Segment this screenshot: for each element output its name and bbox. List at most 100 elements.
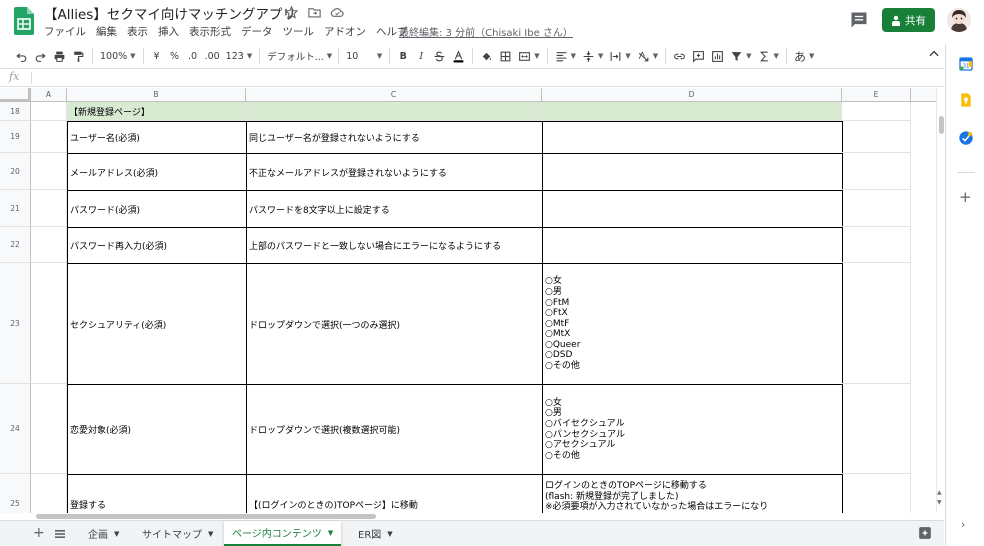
functions-button[interactable]: ▼: [755, 46, 782, 66]
row-header[interactable]: 25: [0, 474, 31, 513]
bold-button[interactable]: B: [394, 46, 412, 66]
format-percent-button[interactable]: %: [166, 46, 184, 66]
get-addons-plus-icon[interactable]: +: [959, 188, 972, 206]
row-header[interactable]: 23: [0, 263, 31, 384]
italic-button[interactable]: I: [412, 46, 430, 66]
cell-d20[interactable]: [542, 153, 843, 191]
fill-color-button[interactable]: [477, 46, 496, 66]
cell-b23[interactable]: セクシュアリティ(必須): [67, 263, 247, 385]
scroll-down-arrow-icon[interactable]: ▼: [937, 499, 942, 506]
cell-c23[interactable]: ドロップダウンで選択(一つのみ選択): [246, 263, 543, 385]
cell-d22[interactable]: [542, 227, 843, 264]
vertical-scroll-thumb[interactable]: [939, 116, 944, 134]
cell-b21[interactable]: パスワード(必須): [67, 190, 247, 228]
star-icon[interactable]: [284, 5, 299, 20]
merge-cells-button[interactable]: ▼: [515, 46, 542, 66]
sheet-tab-page-contents[interactable]: ページ内コンテンツ ▼: [224, 521, 342, 546]
menu-format[interactable]: 表示形式: [189, 24, 231, 39]
vertical-scrollbar[interactable]: [936, 88, 945, 513]
chevron-down-icon[interactable]: ▼: [387, 530, 392, 538]
cell-a22[interactable]: [31, 227, 67, 263]
horizontal-scroll-thumb[interactable]: [36, 514, 376, 519]
input-tools-button[interactable]: あ ▼: [791, 46, 817, 66]
document-title[interactable]: 【Allies】セクマイ向けマッチングアプリ: [44, 3, 296, 23]
row-header[interactable]: 19: [0, 121, 31, 153]
cell-c22[interactable]: 上部のパスワードと一致しない場合にエラーになるようにする: [246, 227, 543, 264]
cell-a19[interactable]: [31, 121, 67, 153]
increase-decimal-button[interactable]: .00: [202, 46, 223, 66]
cell-c24[interactable]: ドロップダウンで選択(複数選択可能): [246, 384, 543, 475]
text-color-button[interactable]: [449, 46, 468, 66]
horizontal-scrollbar[interactable]: [0, 513, 936, 520]
strikethrough-button[interactable]: [430, 46, 449, 66]
sheet-tab-planning[interactable]: 企画 ▼: [80, 521, 127, 546]
cell-a24[interactable]: [31, 384, 67, 474]
menu-view[interactable]: 表示: [127, 24, 148, 39]
filter-button[interactable]: ▼: [727, 46, 754, 66]
sheet-tab-er-diagram[interactable]: ER図 ▼: [350, 521, 401, 546]
cell-c19[interactable]: 同じユーザー名が登録されないようにする: [246, 121, 543, 154]
cell-b19[interactable]: ユーザー名(必須): [67, 121, 247, 154]
borders-button[interactable]: [496, 46, 515, 66]
cell-b22[interactable]: パスワード再入力(必須): [67, 227, 247, 264]
cell-a21[interactable]: [31, 190, 67, 227]
sheets-logo-icon[interactable]: [14, 7, 34, 35]
cell-b20[interactable]: メールアドレス(必須): [67, 153, 247, 191]
cloud-saved-icon[interactable]: [330, 5, 345, 20]
redo-button[interactable]: [31, 46, 50, 66]
sheet-tab-sitemap[interactable]: サイトマップ ▼: [134, 521, 221, 546]
decrease-decimal-button[interactable]: .0: [184, 46, 202, 66]
cell-d25[interactable]: ログインのときのTOPページに移動する (flash: 新規登録が完了しました)…: [542, 474, 843, 513]
font-family-select[interactable]: デフォルト... ▼: [264, 46, 334, 66]
cell-e21[interactable]: [842, 190, 911, 227]
user-avatar[interactable]: [947, 8, 971, 32]
cell-d23[interactable]: ○女 ○男 ○FtM ○FtX ○MtF ○MtX ○Queer ○DSD ○そ…: [542, 263, 843, 385]
add-sheet-icon[interactable]: +: [33, 525, 45, 541]
cell-e25[interactable]: [842, 474, 911, 513]
cell-d18[interactable]: [542, 102, 842, 121]
cell-a20[interactable]: [31, 153, 67, 190]
move-folder-icon[interactable]: [307, 5, 322, 20]
row-header[interactable]: 18: [0, 102, 31, 121]
row-header[interactable]: 24: [0, 384, 31, 474]
cell-e19[interactable]: [842, 121, 911, 153]
insert-comment-button[interactable]: [689, 46, 708, 66]
zoom-select[interactable]: 100% ▼: [97, 46, 139, 66]
chevron-down-icon[interactable]: ▼: [114, 530, 119, 538]
undo-button[interactable]: [12, 46, 31, 66]
scroll-up-arrow-icon[interactable]: ▲: [937, 489, 942, 496]
cell-d19[interactable]: [542, 121, 843, 154]
insert-link-button[interactable]: [670, 46, 689, 66]
menu-tools[interactable]: ツール: [283, 24, 315, 39]
chevron-down-icon[interactable]: ▼: [208, 530, 213, 538]
column-header-e[interactable]: E: [842, 88, 911, 102]
text-wrap-button[interactable]: ▼: [606, 46, 633, 66]
number-format-select[interactable]: 123 ▼: [223, 46, 256, 66]
column-header-a[interactable]: A: [31, 88, 67, 102]
cell-c25[interactable]: 【(ログインのときの)TOPページ】に移動: [246, 474, 543, 513]
cell-c18[interactable]: [246, 102, 542, 121]
cell-d21[interactable]: [542, 190, 843, 228]
menu-data[interactable]: データ: [241, 24, 273, 39]
cell-c20[interactable]: 不正なメールアドレスが登録されないようにする: [246, 153, 543, 191]
select-all-corner[interactable]: [0, 88, 31, 102]
cell-e22[interactable]: [842, 227, 911, 263]
row-header[interactable]: 22: [0, 227, 31, 263]
cell-e18[interactable]: [842, 102, 911, 121]
menu-edit[interactable]: 編集: [96, 24, 117, 39]
menu-insert[interactable]: 挿入: [158, 24, 179, 39]
cell-e24[interactable]: [842, 384, 911, 474]
cell-c21[interactable]: パスワードを8文字以上に設定する: [246, 190, 543, 228]
row-header[interactable]: 20: [0, 153, 31, 190]
cell-e23[interactable]: [842, 263, 911, 384]
column-header-b[interactable]: B: [67, 88, 246, 102]
expand-side-panel-chevron-icon[interactable]: ›: [961, 518, 965, 531]
cell-b24[interactable]: 恋愛対象(必須): [67, 384, 247, 475]
cell-e20[interactable]: [842, 153, 911, 190]
share-button[interactable]: 共有: [882, 8, 935, 32]
paint-format-button[interactable]: [69, 46, 88, 66]
calendar-icon[interactable]: 31: [958, 56, 974, 72]
comment-history-icon[interactable]: [849, 10, 869, 30]
menu-addons[interactable]: アドオン: [324, 24, 366, 39]
horizontal-align-button[interactable]: ▼: [552, 46, 579, 66]
